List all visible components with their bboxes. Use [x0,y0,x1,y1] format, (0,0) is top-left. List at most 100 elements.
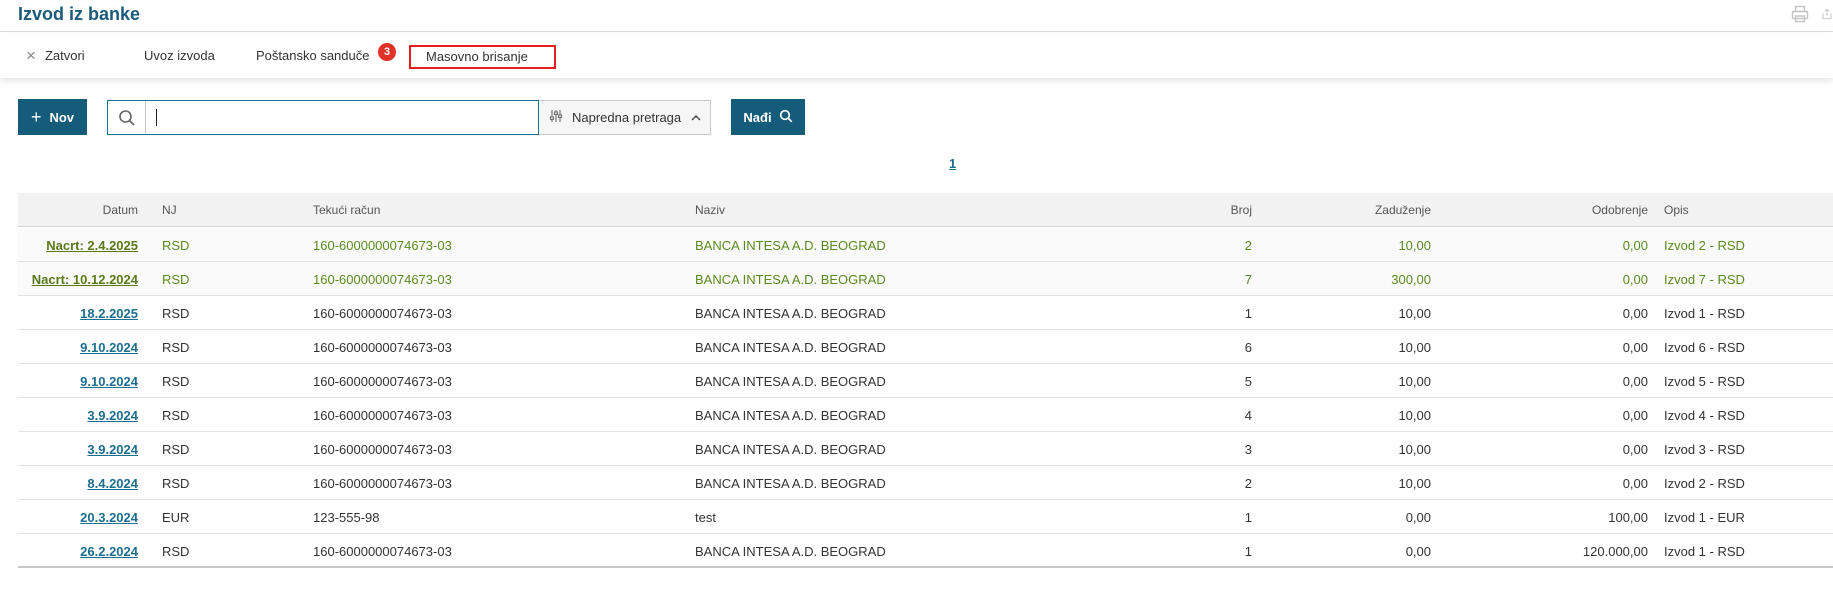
date-link[interactable]: 3.9.2024 [87,442,138,457]
date-link[interactable]: 9.10.2024 [80,374,138,389]
column-header-number[interactable]: Broj [1231,203,1252,217]
currency-cell: RSD [162,238,190,253]
currency-cell: RSD [162,442,190,457]
import-statement-button[interactable]: Uvoz izvoda [144,48,215,63]
date-link[interactable]: 20.3.2024 [80,510,138,525]
table-row[interactable]: 20.3.2024 EUR 123-555-98 test 1 0,00 100… [18,500,1833,534]
debit-cell: 10,00 [1398,442,1431,457]
number-cell: 1 [1244,544,1252,559]
printer-icon[interactable] [1789,3,1811,25]
account-cell: 123-555-98 [313,510,380,525]
credit-cell: 120.000,00 [1582,544,1648,559]
find-button[interactable]: Nađi [731,99,805,135]
name-cell: test [695,510,716,525]
pagination-page-link[interactable]: 1 [949,156,956,171]
advanced-search-button[interactable]: Napredna pretraga [539,100,711,135]
search-icon [108,101,146,134]
name-cell: BANCA INTESA A.D. BEOGRAD [695,408,886,423]
currency-cell: RSD [162,476,190,491]
table-row[interactable]: 26.2.2024 RSD 160-6000000074673-03 BANCA… [18,534,1833,568]
table-row[interactable]: Nacrt: 10.12.2024 RSD 160-6000000074673-… [18,262,1833,296]
debit-cell: 0,00 [1405,544,1431,559]
number-cell: 1 [1244,510,1252,525]
top-actions [1789,3,1833,25]
currency-cell: RSD [162,272,190,287]
credit-cell: 100,00 [1608,510,1648,525]
debit-cell: 10,00 [1398,374,1431,389]
new-label: Nov [49,109,75,125]
mass-delete-button[interactable]: Masovno brisanje [409,45,556,69]
table-header: Datum NJ Tekući račun Naziv Broj Zadužen… [18,193,1833,227]
column-header-debit[interactable]: Zaduženje [1375,203,1431,217]
column-header-date[interactable]: Datum [103,203,138,217]
export-icon[interactable] [1821,3,1833,25]
number-cell: 4 [1244,408,1252,423]
name-cell: BANCA INTESA A.D. BEOGRAD [695,238,886,253]
table-row[interactable]: 18.2.2025 RSD 160-6000000074673-03 BANCA… [18,296,1833,330]
number-cell: 3 [1244,442,1252,457]
text-cursor [156,109,157,126]
table-row[interactable]: 8.4.2024 RSD 160-6000000074673-03 BANCA … [18,466,1833,500]
credit-cell: 0,00 [1622,272,1648,287]
date-link[interactable]: 18.2.2025 [80,306,138,321]
name-cell: BANCA INTESA A.D. BEOGRAD [695,544,886,559]
mailbox-button[interactable]: Poštansko sanduče [256,48,369,63]
debit-cell: 0,00 [1405,510,1431,525]
currency-cell: RSD [162,408,190,423]
number-cell: 5 [1244,374,1252,389]
credit-cell: 0,00 [1622,238,1648,253]
title-bar: Izvod iz banke [0,0,1833,32]
number-cell: 1 [1244,306,1252,321]
account-cell: 160-6000000074673-03 [313,238,452,253]
table-row[interactable]: 9.10.2024 RSD 160-6000000074673-03 BANCA… [18,330,1833,364]
number-cell: 2 [1244,476,1252,491]
column-header-description[interactable]: Opis [1664,203,1689,217]
credit-cell: 0,00 [1622,408,1648,423]
table-row[interactable]: 3.9.2024 RSD 160-6000000074673-03 BANCA … [18,432,1833,466]
chevron-up-icon [691,112,701,124]
column-header-nj[interactable]: NJ [162,203,177,217]
column-header-name[interactable]: Naziv [695,203,725,217]
number-cell: 7 [1244,272,1252,287]
close-icon: × [26,46,36,65]
close-button[interactable]: × Zatvori [26,46,85,65]
credit-cell: 0,00 [1622,476,1648,491]
column-header-account[interactable]: Tekući račun [313,203,380,217]
description-cell: Izvod 2 - RSD [1664,476,1745,491]
date-link[interactable]: 3.9.2024 [87,408,138,423]
name-cell: BANCA INTESA A.D. BEOGRAD [695,306,886,321]
search-icon [779,109,793,126]
close-label: Zatvori [44,48,85,63]
date-link[interactable]: 26.2.2024 [80,544,138,559]
description-cell: Izvod 4 - RSD [1664,408,1745,423]
account-cell: 160-6000000074673-03 [313,476,452,491]
date-link[interactable]: 8.4.2024 [87,476,138,491]
debit-cell: 10,00 [1398,306,1431,321]
account-cell: 160-6000000074673-03 [313,340,452,355]
debit-cell: 300,00 [1391,272,1431,287]
account-cell: 160-6000000074673-03 [313,306,452,321]
date-link[interactable]: Nacrt: 2.4.2025 [46,238,138,253]
column-header-credit[interactable]: Odobrenje [1592,203,1648,217]
name-cell: BANCA INTESA A.D. BEOGRAD [695,476,886,491]
table-row[interactable]: 9.10.2024 RSD 160-6000000074673-03 BANCA… [18,364,1833,398]
credit-cell: 0,00 [1622,374,1648,389]
date-link[interactable]: 9.10.2024 [80,340,138,355]
account-cell: 160-6000000074673-03 [313,272,452,287]
debit-cell: 10,00 [1398,238,1431,253]
debit-cell: 10,00 [1398,408,1431,423]
new-button[interactable]: + Nov [18,99,87,135]
mailbox-count-badge: 3 [378,43,396,61]
date-link[interactable]: Nacrt: 10.12.2024 [32,272,138,287]
plus-icon: + [30,107,42,127]
table-row[interactable]: 3.9.2024 RSD 160-6000000074673-03 BANCA … [18,398,1833,432]
account-cell: 160-6000000074673-03 [313,442,452,457]
advanced-search-label: Napredna pretraga [572,110,682,125]
page-title: Izvod iz banke [18,4,141,24]
search-input[interactable] [152,105,532,130]
name-cell: BANCA INTESA A.D. BEOGRAD [695,374,886,389]
table-row[interactable]: Nacrt: 2.4.2025 RSD 160-6000000074673-03… [18,228,1833,262]
currency-cell: RSD [162,544,190,559]
credit-cell: 0,00 [1622,306,1648,321]
account-cell: 160-6000000074673-03 [313,544,452,559]
